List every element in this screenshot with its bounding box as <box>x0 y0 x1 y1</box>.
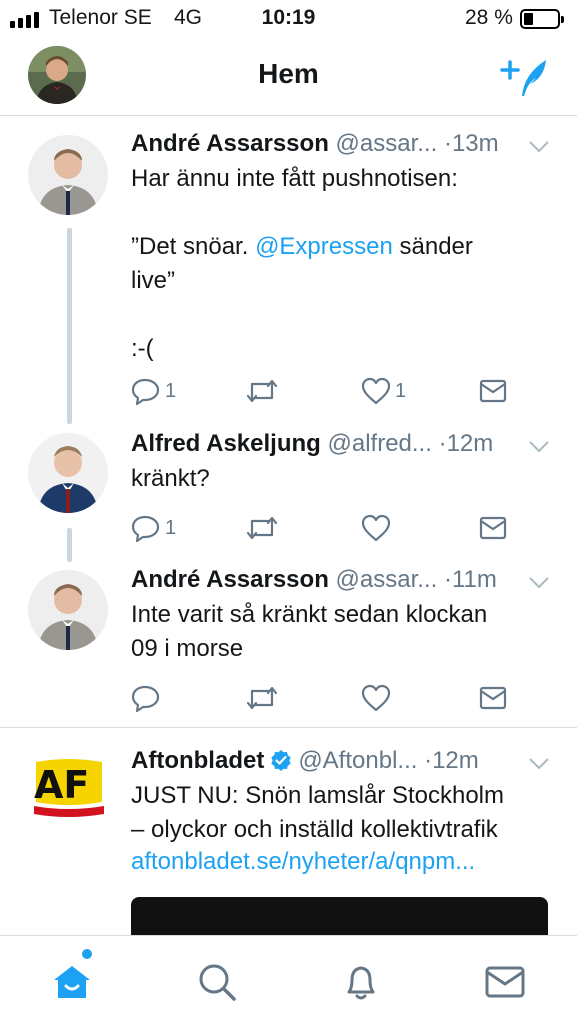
tab-home[interactable] <box>50 960 94 1004</box>
envelope-icon <box>479 516 507 540</box>
tweet-time: 12m <box>432 747 479 774</box>
chevron-down-icon[interactable] <box>528 140 550 154</box>
notification-dot <box>82 949 92 959</box>
tweet-actions: 1 <box>131 512 531 544</box>
like-button[interactable]: 1 <box>361 375 406 407</box>
tweet-header: André Assarsson @assar... ·13m <box>131 130 551 158</box>
heart-icon <box>361 684 391 712</box>
chevron-down-icon[interactable] <box>528 440 550 454</box>
tweet-text: JUST NU: Snön lamslår Stockholm – olycko… <box>131 782 505 843</box>
chevron-down-icon[interactable] <box>528 757 550 771</box>
tab-search[interactable] <box>194 960 238 1004</box>
retweet-button[interactable] <box>245 682 279 714</box>
retweet-icon <box>246 379 278 403</box>
tweet-separator: · <box>438 430 447 457</box>
tweet-actions: 1 1 <box>131 375 531 407</box>
verified-badge-icon <box>271 750 291 771</box>
like-count: 1 <box>395 379 407 402</box>
battery-percentage: 28 % <box>465 6 513 29</box>
thread-line <box>67 528 72 562</box>
tweet-time: 12m <box>446 430 494 457</box>
reply-icon <box>131 515 160 543</box>
reply-count: 1 <box>165 379 177 402</box>
home-icon <box>54 966 90 998</box>
tweet-separator: · <box>443 130 452 157</box>
author-handle[interactable]: @alfred... <box>327 430 431 457</box>
reply-button[interactable]: 1 <box>131 512 176 544</box>
tweet-separator: · <box>424 747 433 774</box>
like-button[interactable] <box>361 512 391 544</box>
tweet-divider <box>0 727 577 728</box>
battery-icon <box>520 9 564 29</box>
tweet-separator: · <box>443 566 452 593</box>
tweet-header: Alfred Askeljung @alfred... ·12m <box>131 430 551 458</box>
tab-bar <box>0 935 577 1024</box>
tweet-link[interactable]: aftonbladet.se/nyheter/a/qnpm... <box>131 845 561 879</box>
search-icon <box>199 964 236 1001</box>
avatar[interactable] <box>28 433 108 513</box>
direct-message-button[interactable] <box>479 375 507 407</box>
retweet-icon <box>246 686 278 710</box>
thread-line <box>67 228 72 424</box>
reply-count: 1 <box>165 516 177 539</box>
envelope-icon <box>479 686 507 710</box>
tweet-text: kränkt? <box>131 465 210 492</box>
heart-icon <box>361 377 391 405</box>
bell-icon <box>347 966 375 1000</box>
author-name[interactable]: Aftonbladet <box>131 747 264 774</box>
avatar[interactable] <box>28 135 108 215</box>
reply-button[interactable]: 1 <box>131 375 176 407</box>
avatar[interactable]: AF <box>28 748 108 828</box>
mention-link[interactable]: @Expressen <box>255 233 393 260</box>
retweet-button[interactable] <box>245 375 283 407</box>
reply-icon <box>131 685 160 713</box>
author-handle[interactable]: @assar... <box>336 566 438 593</box>
author-name[interactable]: André Assarsson <box>131 566 329 593</box>
status-bar: Telenor SE 4G 10:19 28 % <box>0 0 577 38</box>
retweet-icon <box>246 516 278 540</box>
tab-notifications[interactable] <box>339 960 383 1004</box>
tweet-time: 11m <box>451 566 497 593</box>
compose-tweet-icon[interactable] <box>500 52 552 100</box>
page-title: Hem <box>258 58 319 89</box>
direct-message-button[interactable] <box>479 512 507 544</box>
tweet-text: Inte varit så kränkt sedan klockan 09 i … <box>131 601 488 662</box>
tweet-text: Har ännu inte fått pushnotisen: ”Det snö… <box>131 162 561 366</box>
reply-button[interactable] <box>131 682 161 714</box>
avatar[interactable] <box>28 570 108 650</box>
retweet-button[interactable] <box>245 512 279 544</box>
logo-text: AF <box>34 763 89 807</box>
reply-icon <box>131 378 160 406</box>
tweet-actions <box>131 682 531 714</box>
tweet-header: Aftonbladet @Aftonbl... ·12m <box>131 747 551 775</box>
author-name[interactable]: André Assarsson <box>131 130 329 157</box>
author-name[interactable]: Alfred Askeljung <box>131 430 321 457</box>
tab-messages[interactable] <box>483 960 527 1004</box>
direct-message-button[interactable] <box>479 682 507 714</box>
author-handle[interactable]: @Aftonbl... <box>298 747 417 774</box>
tweet-header: André Assarsson @assar... ·11m <box>131 566 551 594</box>
chevron-down-icon[interactable] <box>528 576 550 590</box>
envelope-icon <box>485 966 525 998</box>
heart-icon <box>361 514 391 542</box>
tweet-time: 13m <box>451 130 499 157</box>
author-handle[interactable]: @assar... <box>336 130 438 157</box>
envelope-icon <box>479 379 507 403</box>
like-button[interactable] <box>361 682 391 714</box>
nav-bar: Hem <box>0 38 577 116</box>
